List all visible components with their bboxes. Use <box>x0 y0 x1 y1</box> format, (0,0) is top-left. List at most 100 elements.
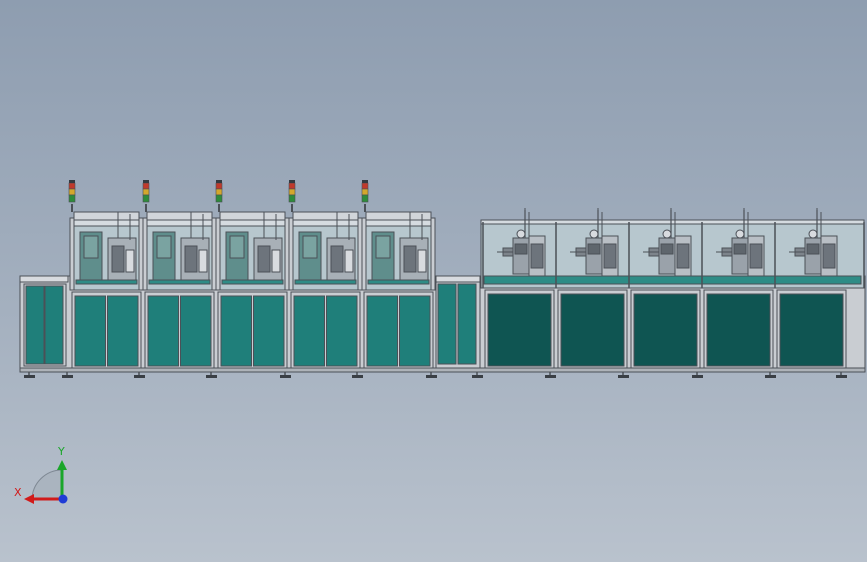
triad-x-arrow <box>24 494 34 504</box>
left-cell-post-a-3 <box>215 217 221 291</box>
beacon-green-5 <box>361 194 369 203</box>
beacon-green-2 <box>142 194 150 203</box>
left-cabinet-door-a-1 <box>74 295 106 367</box>
beacon-red-3 <box>215 182 223 190</box>
left-cell-top-rail-1 <box>71 219 142 227</box>
left-cell-post-b-2 <box>211 217 217 291</box>
triad-z-axis <box>58 494 68 504</box>
transfer-door-right <box>457 283 477 365</box>
leveling-foot-pad-2 <box>62 375 73 378</box>
right-cell-fixture-body-1 <box>530 243 544 269</box>
beacon-yellow-3 <box>215 188 223 196</box>
coordinate-triad: X Y <box>10 438 80 508</box>
left-cell-header-3 <box>219 211 286 221</box>
infeed-door-right <box>44 285 64 365</box>
beacon-green-4 <box>288 194 296 203</box>
left-cell-conveyor-2 <box>148 279 211 285</box>
beacon-cap-1 <box>69 180 75 183</box>
cad-viewport[interactable] <box>0 0 867 562</box>
infeed-door-left <box>25 285 45 365</box>
leveling-foot-pad-10 <box>618 375 629 378</box>
left-cell-top-rail-5 <box>363 219 434 227</box>
right-cabinet-door-3 <box>633 293 698 367</box>
leveling-foot-pad-13 <box>836 375 847 378</box>
left-cell-press-ram-2 <box>184 245 198 273</box>
right-cell-head-5 <box>804 237 822 275</box>
beacon-cap-4 <box>289 180 295 183</box>
left-cell-press-ram-3 <box>257 245 271 273</box>
left-cabinet-door-b-4 <box>326 295 358 367</box>
left-cell-top-rail-3 <box>217 219 288 227</box>
beacon-green-3 <box>215 194 223 203</box>
assembly-line-model <box>19 180 866 378</box>
right-cell-hub-2 <box>589 229 599 239</box>
left-cell-post-a-2 <box>142 217 148 291</box>
triad-y-arrow <box>57 460 67 470</box>
right-cell-head-motor-4 <box>733 243 747 255</box>
left-cell-post-a-1 <box>69 217 75 291</box>
left-cell-conveyor-4 <box>294 279 357 285</box>
left-cell-press-side-3 <box>271 249 281 273</box>
leveling-foot-pad-3 <box>134 375 145 378</box>
right-cell-head-3 <box>658 237 676 275</box>
right-cell-fixture-body-5 <box>822 243 836 269</box>
leveling-foot-pad-12 <box>765 375 776 378</box>
left-cell-press-side-5 <box>417 249 427 273</box>
infeed-top-plate <box>19 275 69 283</box>
right-cell-fixture-body-4 <box>749 243 763 269</box>
beacon-yellow-2 <box>142 188 150 196</box>
right-cell-head-motor-1 <box>514 243 528 255</box>
transfer-top-plate <box>435 275 481 283</box>
leveling-foot-pad-6 <box>352 375 363 378</box>
left-cell-press-ram-5 <box>403 245 417 273</box>
transfer-door-left <box>437 283 457 365</box>
beacon-red-2 <box>142 182 150 190</box>
beacon-cap-5 <box>362 180 368 183</box>
left-cabinet-door-a-5 <box>366 295 398 367</box>
right-conveyor <box>483 275 862 285</box>
right-cell-hub-4 <box>735 229 745 239</box>
left-cell-post-b-4 <box>357 217 363 291</box>
left-cell-top-rail-2 <box>144 219 215 227</box>
leveling-foot-pad-9 <box>545 375 556 378</box>
right-cabinet-door-4 <box>706 293 771 367</box>
beacon-yellow-5 <box>361 188 369 196</box>
beacon-yellow-1 <box>68 188 76 196</box>
left-cell-header-2 <box>146 211 213 221</box>
beacon-cap-2 <box>143 180 149 183</box>
right-cabinet-door-2 <box>560 293 625 367</box>
left-cabinet-door-b-2 <box>180 295 212 367</box>
right-cell-fixture-body-2 <box>603 243 617 269</box>
left-cabinet-door-b-1 <box>107 295 139 367</box>
left-cell-header-5 <box>365 211 432 221</box>
right-cell-head-4 <box>731 237 749 275</box>
left-cell-press-side-4 <box>344 249 354 273</box>
leveling-foot-pad-7 <box>426 375 437 378</box>
left-cell-header-4 <box>292 211 359 221</box>
left-cabinet-door-a-2 <box>147 295 179 367</box>
left-cabinet-door-a-3 <box>220 295 252 367</box>
leveling-foot-pad-1 <box>24 375 35 378</box>
left-cabinet-door-b-5 <box>399 295 431 367</box>
right-cell-head-motor-2 <box>587 243 601 255</box>
left-cell-conveyor-3 <box>221 279 284 285</box>
left-cell-conveyor-1 <box>75 279 138 285</box>
right-cell-head-2 <box>585 237 603 275</box>
left-cell-feeder-top-3 <box>229 235 245 259</box>
left-cell-press-ram-4 <box>330 245 344 273</box>
beacon-red-4 <box>288 182 296 190</box>
right-cell-hub-1 <box>516 229 526 239</box>
left-cell-post-a-5 <box>361 217 367 291</box>
beacon-cap-3 <box>216 180 222 183</box>
left-cell-press-side-1 <box>125 249 135 273</box>
leveling-foot-pad-5 <box>280 375 291 378</box>
left-cell-top-rail-4 <box>290 219 361 227</box>
right-cell-hub-3 <box>662 229 672 239</box>
left-cell-feeder-top-5 <box>375 235 391 259</box>
right-enclosure-top-rail <box>480 219 865 225</box>
left-cell-feeder-top-4 <box>302 235 318 259</box>
triad-base-shape <box>31 469 63 501</box>
leveling-foot-pad-11 <box>692 375 703 378</box>
beacon-red-1 <box>68 182 76 190</box>
triad-y-label: Y <box>57 445 65 458</box>
